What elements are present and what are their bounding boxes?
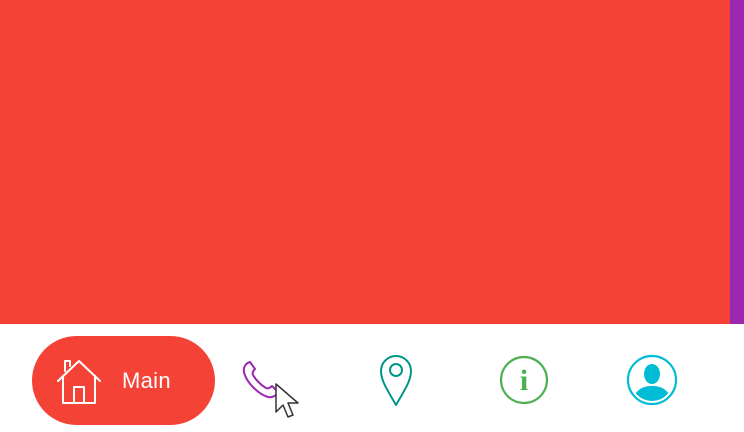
- nav-item-profile[interactable]: [622, 350, 682, 410]
- bottom-navigation-bar: Main i: [0, 324, 744, 432]
- app-screen: Main i: [0, 0, 744, 432]
- info-glyph: i: [520, 364, 528, 397]
- nav-item-main[interactable]: Main: [32, 336, 215, 425]
- next-page-edge: [730, 0, 744, 324]
- map-pin-icon: [378, 353, 414, 407]
- phone-icon: [240, 358, 284, 402]
- info-icon: i: [498, 354, 550, 406]
- nav-item-info[interactable]: i: [494, 350, 554, 410]
- user-avatar-icon: [626, 354, 678, 406]
- nav-item-phone[interactable]: [232, 350, 292, 410]
- nav-item-main-label: Main: [122, 367, 171, 393]
- nav-item-location[interactable]: [366, 350, 426, 410]
- main-content-area[interactable]: [0, 0, 744, 324]
- home-icon: [56, 357, 102, 405]
